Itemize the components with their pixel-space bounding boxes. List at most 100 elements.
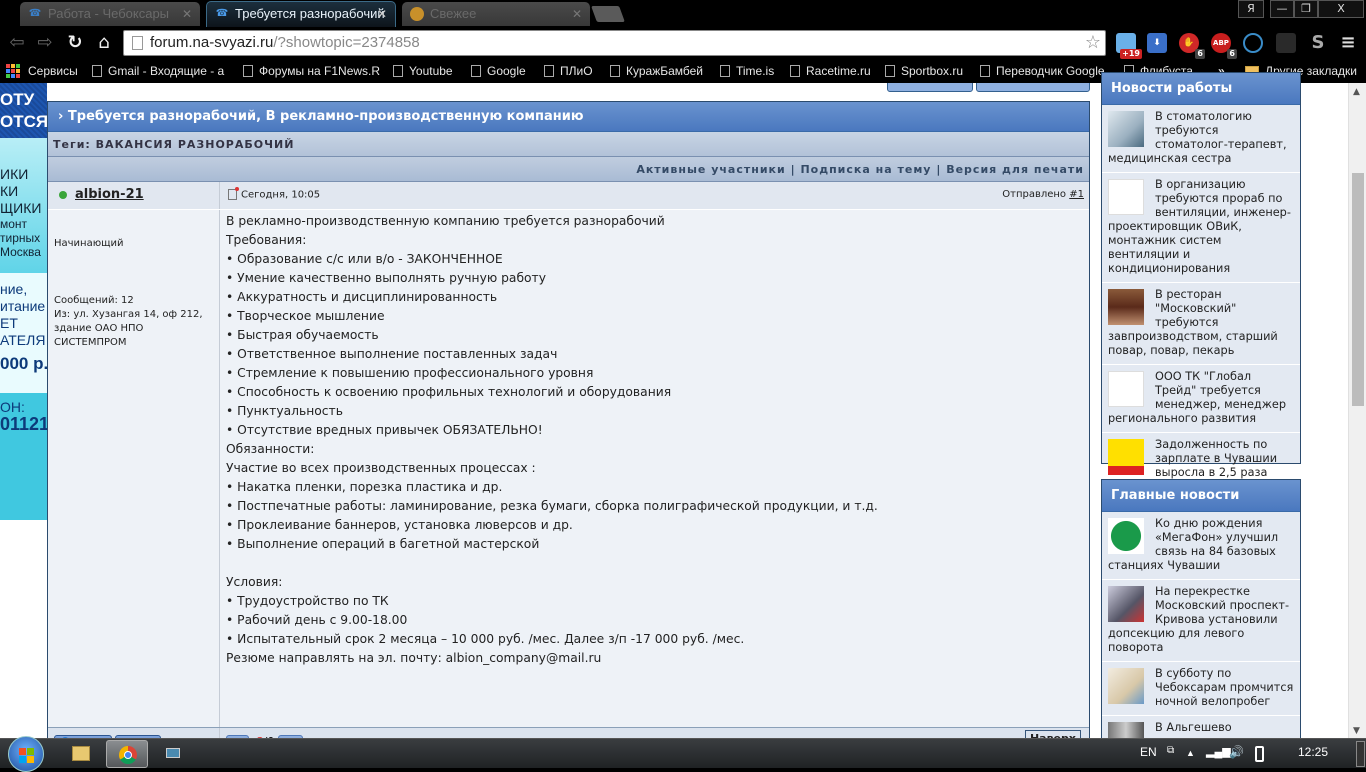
bookmark-racetime[interactable]: Racetime.ru bbox=[790, 62, 871, 80]
author-from: здание ОАО НПО bbox=[54, 323, 144, 334]
ad-text: АТЕЛЯ bbox=[0, 332, 46, 348]
author-info: Начинающий Сообщений: 12 Из: ул. Хузанга… bbox=[48, 210, 220, 727]
restaurant-photo-thumbnail[interactable] bbox=[1108, 289, 1144, 325]
post-line: • Стремление к повышению профессионально… bbox=[226, 366, 594, 380]
new-topic-button[interactable] bbox=[976, 83, 1090, 92]
bookmark-apps[interactable]: Сервисы bbox=[6, 62, 78, 80]
urgent-banner-thumbnail[interactable] bbox=[1108, 179, 1144, 215]
news-item-text[interactable]: Задолженность по зарплате в Чувашии выро… bbox=[1155, 438, 1277, 479]
bookmark-google[interactable]: Google bbox=[471, 62, 526, 80]
tab-rabota[interactable]: ☎ Работа - Чебоксары ✕ bbox=[20, 2, 200, 26]
reload-icon[interactable]: ↻ bbox=[64, 32, 86, 54]
tab-active-topic[interactable]: ☎ Требуется разнорабочий ✕ bbox=[206, 1, 396, 27]
page-icon bbox=[980, 65, 990, 77]
traffic-light-photo-thumbnail[interactable] bbox=[1108, 586, 1144, 622]
scroll-down-icon[interactable]: ▼ bbox=[1353, 726, 1360, 736]
url-text[interactable]: forum.na-svyazi.ru/?showtopic=2374858 bbox=[150, 34, 420, 51]
volume-icon[interactable]: 🔊 bbox=[1229, 745, 1244, 759]
bookmark-gmail[interactable]: Gmail - Входящие - a bbox=[92, 62, 224, 80]
post-number-link[interactable]: #1 bbox=[1069, 189, 1084, 200]
chrome-taskbar-icon[interactable] bbox=[106, 740, 148, 768]
scrollbar-thumb[interactable] bbox=[1352, 173, 1364, 406]
page-icon bbox=[92, 65, 102, 77]
yandex-button[interactable]: Я bbox=[1238, 0, 1264, 18]
drop-extension-icon[interactable] bbox=[1243, 33, 1263, 53]
s-extension-icon[interactable]: S bbox=[1308, 33, 1328, 53]
dentist-photo-thumbnail[interactable] bbox=[1108, 111, 1144, 147]
subscribe-link[interactable]: Подписка на тему bbox=[800, 163, 931, 176]
news-item[interactable]: В организацию требуются прораб по вентил… bbox=[1102, 173, 1300, 283]
dark-extension-icon[interactable] bbox=[1276, 33, 1296, 53]
keyboard-layout-icon[interactable]: ⧉ bbox=[1167, 745, 1174, 756]
post-line: Обязанности: bbox=[226, 442, 315, 456]
bookmark-timeis[interactable]: Time.is bbox=[720, 62, 774, 80]
page-icon bbox=[885, 65, 895, 77]
topic-tags: Теги: ВАКАНСИЯ РАЗНОРАБОЧИЙ bbox=[48, 132, 1089, 157]
back-icon[interactable]: ⇦ bbox=[6, 32, 28, 54]
bookmark-sportbox[interactable]: Sportbox.ru bbox=[885, 62, 963, 80]
bookmark-kurazhbambey[interactable]: КуражБамбей bbox=[610, 62, 703, 80]
minimize-button[interactable]: — bbox=[1270, 0, 1294, 18]
url-host: forum.na-svyazi.ru bbox=[150, 34, 274, 51]
forward-icon[interactable]: ⇨ bbox=[34, 32, 56, 54]
close-tab-icon[interactable]: ✕ bbox=[377, 2, 387, 26]
restore-button[interactable]: ❐ bbox=[1294, 0, 1318, 18]
show-desktop-button[interactable] bbox=[1356, 741, 1365, 767]
page-icon bbox=[132, 36, 143, 50]
news-item[interactable]: Ко дню рождения «МегаФон» улучшил связь … bbox=[1102, 512, 1300, 580]
adguard-extension-icon[interactable]: ✋ 6 bbox=[1179, 33, 1205, 59]
page-scrollbar[interactable]: ▲ ▼ bbox=[1348, 83, 1366, 738]
author-rank: Начинающий bbox=[54, 238, 124, 249]
active-users-link[interactable]: Активные участники bbox=[636, 163, 785, 176]
close-tab-icon[interactable]: ✕ bbox=[572, 2, 582, 26]
news-item[interactable]: ООО ТК "Глобал Трейд" требуется менеджер… bbox=[1102, 365, 1300, 433]
display-taskbar-icon[interactable] bbox=[152, 740, 194, 768]
bookmark-f1news[interactable]: Форумы на F1News.R bbox=[243, 62, 380, 80]
news-item[interactable]: В ресторан "Московский" требуются завпро… bbox=[1102, 283, 1300, 365]
tags-value[interactable]: ВАКАНСИЯ РАЗНОРАБОЧИЙ bbox=[96, 138, 295, 151]
bookmark-youtube[interactable]: Youtube bbox=[393, 62, 453, 80]
close-tab-icon[interactable]: ✕ bbox=[182, 2, 192, 26]
close-window-button[interactable]: X bbox=[1318, 0, 1364, 18]
network-signal-icon[interactable]: ▂▄▆ bbox=[1206, 745, 1231, 758]
news-item-text[interactable]: В субботу по Чебоксарам промчится ночной… bbox=[1155, 667, 1293, 708]
language-indicator[interactable]: EN bbox=[1140, 745, 1157, 759]
news-item[interactable]: В субботу по Чебоксарам промчится ночной… bbox=[1102, 662, 1300, 716]
post-sent: Отправлено #1 bbox=[1002, 189, 1084, 200]
adblock-plus-extension-icon[interactable]: ABP 6 bbox=[1211, 33, 1237, 59]
tab-svezhee[interactable]: Свежее ✕ bbox=[402, 2, 590, 26]
bookmark-star-icon[interactable]: ☆ bbox=[1085, 32, 1101, 53]
weather-extension-icon[interactable]: +19 bbox=[1116, 33, 1142, 59]
megafon-logo-thumbnail[interactable] bbox=[1108, 518, 1144, 554]
address-bar[interactable]: forum.na-svyazi.ru/?showtopic=2374858 ☆ bbox=[123, 30, 1106, 56]
hydroprotect-logo-thumbnail[interactable] bbox=[1108, 371, 1144, 407]
post-line: • Способность к освоению профильных техн… bbox=[226, 385, 672, 399]
page-icon bbox=[393, 65, 403, 77]
show-hidden-icons[interactable]: ▲ bbox=[1186, 748, 1195, 758]
ad-phone: 01121 bbox=[0, 414, 47, 434]
bookmark-plio[interactable]: ПЛиО bbox=[544, 62, 593, 80]
job-news-title: Новости работы bbox=[1102, 73, 1300, 105]
home-icon[interactable]: ⌂ bbox=[93, 32, 115, 54]
left-ad-banner[interactable]: ОТУ ОТСЯ ИКИ КИ ЩИКИ монт тирных Москва н… bbox=[0, 83, 47, 520]
battery-icon[interactable] bbox=[1255, 746, 1264, 762]
scroll-up-icon[interactable]: ▲ bbox=[1353, 87, 1360, 97]
menu-icon[interactable]: ≡ bbox=[1338, 33, 1358, 53]
post-line: • Испытательный срок 2 месяца – 10 000 р… bbox=[226, 632, 745, 646]
author-link[interactable]: albion-21 bbox=[75, 187, 144, 202]
post-line: • Образование с/с или в/о - ЗАКОНЧЕННОЕ bbox=[226, 252, 503, 266]
bookmark-translate[interactable]: Переводчик Google bbox=[980, 62, 1105, 80]
news-item[interactable]: В стоматологию требуются стоматолог-тера… bbox=[1102, 105, 1300, 173]
print-version-link[interactable]: Версия для печати bbox=[946, 163, 1084, 176]
chuvashia-flag-thumbnail[interactable] bbox=[1108, 439, 1144, 475]
map-photo-thumbnail[interactable] bbox=[1108, 668, 1144, 704]
new-tab-button[interactable] bbox=[591, 6, 625, 22]
tags-label: Теги: bbox=[53, 138, 91, 151]
page-icon bbox=[610, 65, 620, 77]
clock[interactable]: 12:25 bbox=[1298, 745, 1328, 759]
start-button[interactable] bbox=[8, 736, 44, 772]
news-item[interactable]: На перекрестке Московский проспект-Криво… bbox=[1102, 580, 1300, 662]
explorer-taskbar-icon[interactable] bbox=[60, 740, 102, 768]
reply-button[interactable] bbox=[887, 83, 973, 92]
download-extension-icon[interactable]: ⬇ bbox=[1147, 33, 1167, 53]
